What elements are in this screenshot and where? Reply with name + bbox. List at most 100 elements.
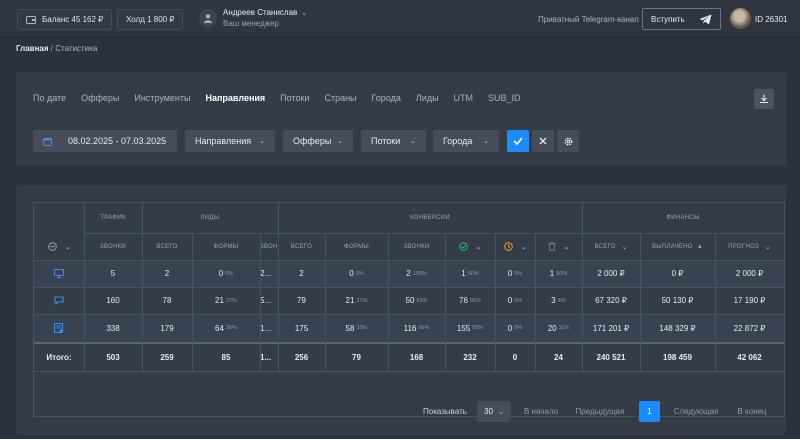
fin-forecast-cell: 17 190 ₽ — [733, 296, 766, 305]
fin-total-cell: 2 000 ₽ — [597, 269, 625, 278]
next-page-button[interactable]: Следующая — [668, 401, 724, 422]
approved-cell: 155 89% — [456, 323, 484, 333]
fin-total-label: ВСЕГО — [594, 243, 616, 250]
conv-total-cell: 2 — [299, 269, 304, 278]
approved-header[interactable]: ⌄ — [445, 233, 495, 260]
tab-tools[interactable]: Инструменты — [134, 93, 190, 103]
tab-by-date[interactable]: По дате — [33, 93, 66, 103]
tab-countries[interactable]: Страны — [324, 93, 356, 103]
leads-calls-cell: 5... — [260, 296, 272, 305]
leads-calls-cell: 2... — [260, 269, 272, 278]
table-row[interactable]: 160 78 21 27% 5... 79 21 27% 50 63% 76 96% 0… — [34, 287, 784, 314]
group-conversions: КОНВЕРСИИ — [409, 215, 451, 221]
conv-forms-cell: 0 0% — [349, 269, 364, 278]
type-column-header[interactable]: ⌄ — [34, 233, 84, 260]
last-page-button[interactable]: В конец — [730, 401, 774, 422]
fin-total-header[interactable]: ВСЕГО ⌄ — [582, 233, 640, 260]
chevron-down-icon: ⌄ — [520, 243, 527, 251]
leads-forms-cell: 0 0% — [218, 269, 234, 278]
directions-label: Направления — [195, 136, 252, 146]
chevron-down-icon: ⌄ — [259, 138, 265, 145]
divider — [142, 203, 143, 371]
divider — [278, 203, 279, 371]
rejected-cell: 3 4% — [551, 296, 566, 305]
date-range-picker[interactable]: 08.02.2025 - 07.03.2025 — [33, 130, 177, 152]
fin-paid-cell: 148 329 ₽ — [659, 323, 696, 333]
divider — [495, 233, 496, 371]
check-circle-icon — [458, 242, 468, 251]
breadcrumb-home[interactable]: Главная — [16, 44, 49, 53]
user-icon — [199, 9, 217, 27]
tab-offers[interactable]: Офферы — [81, 93, 119, 103]
divider — [388, 233, 389, 371]
user-id: ID 26301 — [755, 15, 788, 24]
leads-calls-header[interactable]: ЗВОН — [260, 233, 278, 260]
page-size-value: 30 — [484, 407, 494, 416]
leads-forms-cell: 64 36% — [215, 323, 237, 333]
offers-label: Офферы — [293, 136, 332, 146]
tab-streams[interactable]: Потоки — [280, 93, 309, 103]
conv-calls-header[interactable]: ЗВОНКИ — [388, 233, 445, 260]
conv-calls-cell: 116 66% — [403, 323, 430, 333]
close-icon — [539, 137, 547, 145]
leads-total-cell: 78 — [162, 296, 172, 305]
divider — [535, 233, 536, 371]
apply-button[interactable] — [507, 130, 529, 152]
cities-select[interactable]: Города ⌄ — [433, 130, 499, 152]
fin-forecast-label: ПРОГНОЗ — [728, 243, 759, 250]
conv-calls-cell: 2 100% — [406, 269, 427, 278]
tab-sub-id[interactable]: SUB_ID — [488, 93, 521, 103]
offers-select[interactable]: Офферы ⌄ — [283, 130, 353, 152]
wallet-icon — [26, 16, 36, 24]
chevron-down-icon: ⌄ — [563, 243, 570, 251]
stats-table: ТРАФИК ЛИДЫ КОНВЕРСИИ ФИНАНСЫ ⌄ ЗВОНКИ В… — [33, 202, 785, 422]
settings-button[interactable] — [557, 130, 579, 152]
streams-select[interactable]: Потоки ⌄ — [361, 130, 426, 152]
conv-forms-header[interactable]: ФОРМЫ — [325, 233, 388, 260]
join-label: Вступить — [651, 14, 685, 24]
conv-total-header[interactable]: ВСЕГО — [278, 233, 325, 260]
fin-forecast-header[interactable]: ПРОГНОЗ ⌄ — [715, 233, 784, 260]
tab-utm[interactable]: UTM — [454, 93, 474, 103]
hold-pill[interactable]: Холд 1 800 ₽ — [117, 9, 184, 30]
chevron-down-icon: ⌄ — [764, 243, 771, 251]
pending-header[interactable]: ⌄ — [495, 233, 535, 260]
gear-icon — [564, 137, 572, 145]
tab-directions[interactable]: Направления — [205, 93, 265, 103]
divider — [34, 260, 784, 261]
table-row[interactable]: 5 2 0 0% 2... 2 0 0% 2 100% 1 50% 0 0% 1 50% 2… — [34, 260, 784, 287]
total-row: Итого: 503 259 85 1... 256 79 168 232 0 … — [34, 343, 784, 371]
download-button[interactable] — [754, 89, 774, 109]
total-rejected: 24 — [554, 352, 563, 362]
fin-paid-header[interactable]: ВЫПЛАЧЕНО ▲ — [640, 233, 715, 260]
pending-cell: 0 0% — [507, 269, 523, 278]
leads-total-cell: 179 — [160, 323, 174, 333]
calls-header[interactable]: ЗВОНКИ — [84, 233, 142, 260]
tab-leads[interactable]: Лиды — [416, 93, 439, 103]
fin-paid-cell: 50 130 ₽ — [661, 296, 694, 305]
calendar-icon — [43, 137, 52, 146]
prev-page-button[interactable]: Предыдущая — [569, 401, 631, 422]
page-size-select[interactable]: 30 ⌄ — [477, 401, 511, 422]
page-1-button[interactable]: 1 — [639, 401, 660, 422]
leads-forms-header[interactable]: ФОРМЫ — [192, 233, 260, 260]
pending-cell: 0 0% — [507, 323, 523, 333]
fin-forecast-cell: 2 000 ₽ — [735, 269, 764, 278]
rejected-cell: 1 50% — [549, 269, 568, 278]
monitor-icon — [34, 260, 84, 287]
table-row[interactable]: 338 179 64 36% 1... 175 58 33% 116 66% 155 8… — [34, 314, 784, 342]
manager-block[interactable]: Андреев Станислав ⌄ Ваш менеджер — [199, 8, 307, 28]
first-page-button[interactable]: В начало — [519, 401, 563, 422]
conv-total-cell: 79 — [297, 296, 306, 305]
tab-cities[interactable]: Города — [372, 93, 401, 103]
rejected-header[interactable]: ⌄ — [535, 233, 582, 260]
reset-button[interactable] — [532, 130, 554, 152]
sort-ascending-icon: ▲ — [696, 243, 704, 250]
divider — [260, 233, 261, 371]
avatar[interactable] — [730, 8, 751, 29]
directions-select[interactable]: Направления ⌄ — [185, 130, 275, 152]
leads-total-header[interactable]: ВСЕГО — [142, 233, 192, 260]
join-telegram-button[interactable]: Вступить — [642, 8, 721, 30]
balance-pill[interactable]: Баланс 45 162 ₽ — [17, 9, 113, 30]
breadcrumb-separator: / — [50, 44, 54, 53]
